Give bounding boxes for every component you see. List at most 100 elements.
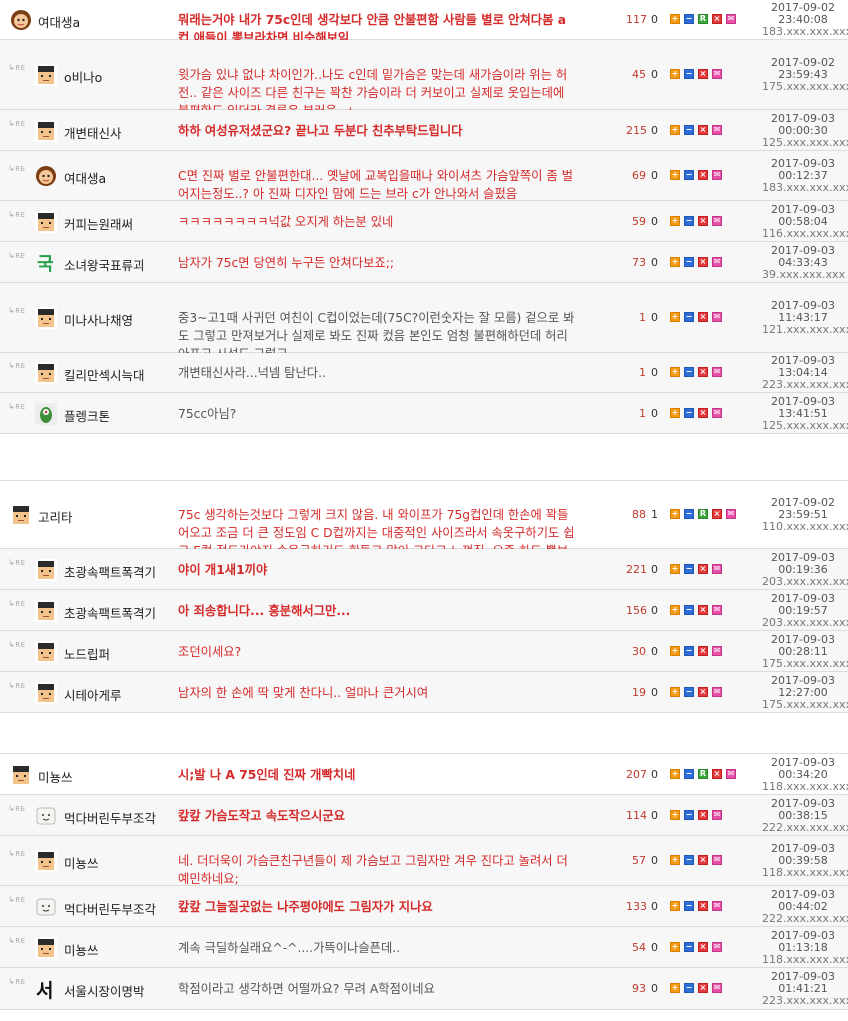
report-button[interactable]: × <box>698 686 708 697</box>
upvote-button[interactable]: + <box>670 563 680 574</box>
upvote-button[interactable]: + <box>670 170 680 180</box>
report-button[interactable]: × <box>698 170 708 180</box>
upvote-button[interactable]: + <box>670 900 680 911</box>
report-button[interactable]: × <box>698 855 708 865</box>
user-nickname[interactable]: 초광속팩트폭격기 <box>64 603 156 622</box>
report-button[interactable]: × <box>698 215 708 226</box>
upvote-button[interactable]: + <box>670 256 680 267</box>
downvote-button[interactable]: − <box>684 407 694 418</box>
user-nickname[interactable]: 초광속팩트폭격기 <box>64 562 156 581</box>
user-nickname[interactable]: 시테아게루 <box>64 685 122 704</box>
user-nickname[interactable]: 킬리만섹시늑대 <box>64 365 145 384</box>
message-button[interactable]: ✉ <box>712 124 722 135</box>
pixel-avatar[interactable] <box>35 936 57 959</box>
message-button[interactable]: ✉ <box>712 604 722 615</box>
upvote-button[interactable]: + <box>670 686 680 697</box>
report-button[interactable]: × <box>698 983 708 993</box>
report-button[interactable]: × <box>698 256 708 267</box>
downvote-button[interactable]: − <box>684 983 694 993</box>
upvote-button[interactable]: + <box>670 645 680 656</box>
user-nickname[interactable]: 미나사나채영 <box>64 310 133 329</box>
upvote-button[interactable]: + <box>670 604 680 615</box>
user-nickname[interactable]: 서울시장이명박 <box>64 981 145 1000</box>
girl-avatar[interactable] <box>10 9 32 31</box>
report-button[interactable]: × <box>712 768 722 779</box>
report-button[interactable]: × <box>698 69 708 79</box>
reply-button[interactable]: R <box>698 768 708 779</box>
user-nickname[interactable]: 미뇽쓰 <box>38 767 73 786</box>
upvote-button[interactable]: + <box>670 124 680 135</box>
reply-button[interactable]: R <box>698 509 708 519</box>
message-button[interactable]: ✉ <box>712 983 722 993</box>
downvote-button[interactable]: − <box>684 215 694 226</box>
pixel-avatar[interactable] <box>35 119 57 142</box>
pixel-avatar[interactable] <box>10 504 32 526</box>
report-button[interactable]: × <box>698 124 708 135</box>
message-button[interactable]: ✉ <box>712 407 722 418</box>
tofu-avatar[interactable] <box>35 896 57 918</box>
downvote-button[interactable]: − <box>684 768 694 779</box>
message-button[interactable]: ✉ <box>712 900 722 911</box>
pixel-avatar[interactable] <box>35 640 57 663</box>
user-nickname[interactable]: 먹다버린두부조각 <box>64 899 156 918</box>
plankton-avatar[interactable] <box>35 402 57 425</box>
message-button[interactable]: ✉ <box>712 645 722 656</box>
downvote-button[interactable]: − <box>684 170 694 180</box>
message-button[interactable]: ✉ <box>712 809 722 820</box>
message-button[interactable]: ✉ <box>712 941 722 952</box>
report-button[interactable]: × <box>712 509 722 519</box>
user-nickname[interactable]: 소녀왕국표류괴 <box>64 255 145 274</box>
pixel-avatar[interactable] <box>35 681 57 704</box>
report-button[interactable]: × <box>698 407 708 418</box>
user-nickname[interactable]: 플렝크톤 <box>64 406 110 425</box>
upvote-button[interactable]: + <box>670 855 680 865</box>
report-button[interactable]: × <box>698 312 708 322</box>
upvote-button[interactable]: + <box>670 941 680 952</box>
pixel-avatar[interactable] <box>10 763 32 786</box>
message-button[interactable]: ✉ <box>712 312 722 322</box>
message-button[interactable]: ✉ <box>712 563 722 574</box>
downvote-button[interactable]: − <box>684 604 694 615</box>
report-button[interactable]: × <box>698 367 708 377</box>
message-button[interactable]: ✉ <box>712 855 722 865</box>
user-nickname[interactable]: 미뇽쓰 <box>64 940 99 959</box>
message-button[interactable]: ✉ <box>712 69 722 79</box>
upvote-button[interactable]: + <box>670 768 680 779</box>
report-button[interactable]: × <box>698 941 708 952</box>
report-button[interactable]: × <box>698 809 708 820</box>
green-ku-avatar[interactable]: 국 <box>35 252 57 274</box>
message-button[interactable]: ✉ <box>712 367 722 377</box>
pixel-avatar[interactable] <box>35 210 57 233</box>
pixel-avatar[interactable] <box>35 850 57 872</box>
message-button[interactable]: ✉ <box>726 768 736 779</box>
message-button[interactable]: ✉ <box>712 256 722 267</box>
message-button[interactable]: ✉ <box>726 14 736 24</box>
pixel-avatar[interactable] <box>35 558 57 581</box>
user-nickname[interactable]: 여대생a <box>64 168 106 187</box>
girl-avatar[interactable] <box>35 165 57 187</box>
reply-button[interactable]: R <box>698 14 708 24</box>
upvote-button[interactable]: + <box>670 983 680 993</box>
pixel-avatar[interactable] <box>35 599 57 622</box>
user-nickname[interactable]: o비나o <box>64 67 102 86</box>
downvote-button[interactable]: − <box>684 941 694 952</box>
downvote-button[interactable]: − <box>684 855 694 865</box>
report-button[interactable]: × <box>698 900 708 911</box>
downvote-button[interactable]: − <box>684 645 694 656</box>
pixel-avatar[interactable] <box>35 307 57 329</box>
upvote-button[interactable]: + <box>670 809 680 820</box>
user-nickname[interactable]: 노드립퍼 <box>64 644 110 663</box>
downvote-button[interactable]: − <box>684 509 694 519</box>
upvote-button[interactable]: + <box>670 407 680 418</box>
report-button[interactable]: × <box>712 14 722 24</box>
user-nickname[interactable]: 먹다버린두부조각 <box>64 808 156 827</box>
upvote-button[interactable]: + <box>670 367 680 377</box>
seo-avatar[interactable]: 서 <box>35 978 57 1000</box>
pixel-avatar[interactable] <box>35 64 57 86</box>
report-button[interactable]: × <box>698 604 708 615</box>
upvote-button[interactable]: + <box>670 312 680 322</box>
report-button[interactable]: × <box>698 563 708 574</box>
downvote-button[interactable]: − <box>684 686 694 697</box>
message-button[interactable]: ✉ <box>712 686 722 697</box>
downvote-button[interactable]: − <box>684 14 694 24</box>
